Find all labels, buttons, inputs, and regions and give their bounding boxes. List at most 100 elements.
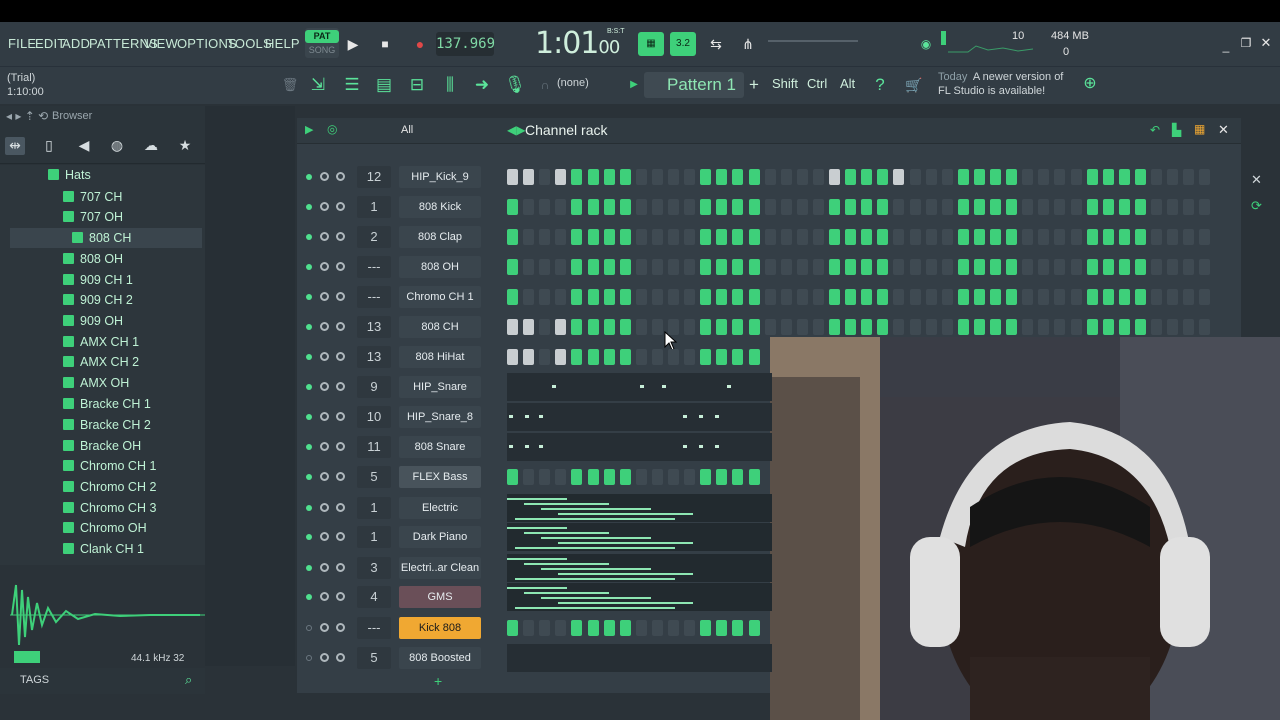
stop-icon[interactable]: ■ [375, 34, 395, 54]
step-button[interactable] [877, 319, 889, 335]
step-edit-button[interactable]: 3.2 [670, 32, 696, 56]
step-button[interactable] [1054, 319, 1066, 335]
channel-name-button[interactable]: HIP_Snare [399, 376, 481, 398]
step-button[interactable] [861, 319, 873, 335]
step-button[interactable] [716, 319, 728, 335]
step-button[interactable] [1134, 289, 1146, 305]
channel-pan-knob[interactable] [320, 592, 329, 601]
channel-name-button[interactable]: HIP_Kick_9 [399, 166, 481, 188]
step-button[interactable] [877, 169, 889, 185]
channel-vol-knob[interactable] [336, 382, 345, 391]
step-button[interactable] [845, 259, 857, 275]
step-button[interactable] [635, 349, 647, 365]
channel-vol-knob[interactable] [336, 172, 345, 181]
channel-vol-knob[interactable] [336, 352, 345, 361]
step-button[interactable] [764, 259, 776, 275]
update-globe-icon[interactable]: ⊕ [1078, 72, 1102, 96]
step-button[interactable] [1102, 199, 1114, 215]
step-button[interactable] [893, 229, 905, 245]
step-button[interactable] [603, 319, 615, 335]
step-button[interactable] [539, 620, 551, 636]
step-button[interactable] [1054, 289, 1066, 305]
browser-item[interactable]: 909 OH [63, 311, 123, 331]
step-button[interactable] [1167, 319, 1179, 335]
channel-mixer-track[interactable]: 5 [357, 466, 391, 488]
step-button[interactable] [619, 319, 631, 335]
step-button[interactable] [539, 469, 551, 485]
step-button[interactable] [619, 199, 631, 215]
step-button[interactable] [909, 199, 921, 215]
step-button[interactable] [1022, 259, 1034, 275]
channel-name-button[interactable]: Electric [399, 497, 481, 519]
step-button[interactable] [523, 319, 535, 335]
channel-vol-knob[interactable] [336, 653, 345, 662]
step-button[interactable] [1134, 169, 1146, 185]
step-button[interactable] [651, 199, 663, 215]
step-button[interactable] [668, 469, 679, 485]
step-button[interactable] [603, 199, 615, 215]
step-sequencer[interactable] [507, 168, 1211, 190]
step-button[interactable] [619, 259, 631, 275]
step-button[interactable] [619, 289, 631, 305]
step-sequencer[interactable] [507, 619, 770, 641]
step-button[interactable] [700, 229, 712, 245]
step-button[interactable] [571, 169, 583, 185]
step-button[interactable] [925, 259, 937, 275]
step-button[interactable] [651, 469, 663, 485]
step-button[interactable] [555, 199, 567, 215]
step-button[interactable] [732, 620, 744, 636]
shop-icon[interactable]: 🛒 [902, 73, 926, 97]
step-button[interactable] [925, 289, 937, 305]
step-button[interactable] [732, 229, 744, 245]
channel-pan-knob[interactable] [320, 172, 329, 181]
step-button[interactable] [684, 169, 696, 185]
step-button[interactable] [748, 620, 760, 636]
channel-name-button[interactable]: Chromo CH 1 [399, 286, 481, 308]
rack-play-icon[interactable]: ▶ [305, 123, 313, 136]
step-button[interactable] [1006, 319, 1018, 335]
channel-mixer-track[interactable]: --- [357, 286, 391, 308]
step-button[interactable] [1054, 169, 1066, 185]
channel-pan-knob[interactable] [320, 623, 329, 632]
step-button[interactable] [507, 229, 518, 245]
step-button[interactable] [957, 169, 969, 185]
step-button[interactable] [780, 229, 792, 245]
step-button[interactable] [571, 469, 583, 485]
step-button[interactable] [812, 229, 824, 245]
browser-item[interactable]: Bracke CH 2 [63, 415, 151, 435]
channel-mute-led[interactable] [306, 414, 312, 420]
step-button[interactable] [1167, 169, 1179, 185]
channel-mixer-track[interactable]: 5 [357, 647, 391, 669]
step-button[interactable] [877, 199, 889, 215]
channel-pan-knob[interactable] [320, 412, 329, 421]
channel-mixer-track[interactable]: --- [357, 617, 391, 639]
step-button[interactable] [1086, 319, 1098, 335]
step-button[interactable] [523, 259, 535, 275]
channel-vol-knob[interactable] [336, 503, 345, 512]
step-button[interactable] [651, 349, 663, 365]
channel-piano-preview[interactable] [507, 494, 772, 522]
channel-name-button[interactable]: GMS [399, 586, 481, 608]
step-button[interactable] [973, 229, 985, 245]
step-button[interactable] [990, 289, 1001, 305]
step-button[interactable] [571, 199, 583, 215]
step-button[interactable] [941, 229, 953, 245]
rack-swing-icon[interactable]: ◎ [327, 122, 337, 136]
step-button[interactable] [1070, 319, 1082, 335]
channel-name-button[interactable]: Dark Piano [399, 526, 481, 548]
step-button[interactable] [909, 289, 921, 305]
channel-pan-knob[interactable] [320, 503, 329, 512]
step-button[interactable] [1054, 229, 1066, 245]
channel-pan-knob[interactable] [320, 262, 329, 271]
step-button[interactable] [1199, 229, 1211, 245]
channel-mixer-track[interactable]: 1 [357, 526, 391, 548]
menu-view[interactable]: VIEW [144, 36, 178, 51]
step-button[interactable] [603, 289, 615, 305]
browser-item[interactable]: Bracke OH [63, 436, 141, 456]
step-button[interactable] [684, 199, 696, 215]
step-button[interactable] [1134, 319, 1146, 335]
step-button[interactable] [587, 229, 599, 245]
add-channel-icon[interactable]: + [434, 673, 442, 689]
pattern-selector[interactable]: Pattern 1 [644, 72, 744, 98]
step-button[interactable] [1167, 289, 1179, 305]
